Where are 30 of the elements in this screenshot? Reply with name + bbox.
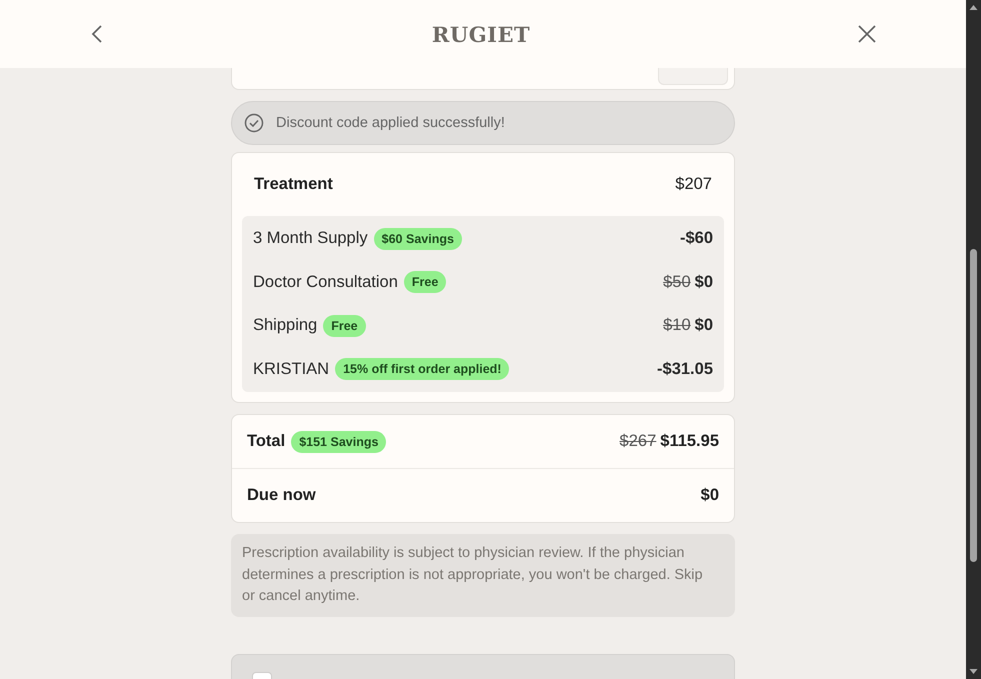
total-price: $115.95 — [660, 432, 719, 451]
due-now-label: Due now — [247, 486, 316, 505]
line-item-price: -$60 — [680, 229, 713, 248]
line-item-price: $0 — [694, 316, 713, 336]
savings-badge: 15% off first order applied! — [335, 358, 510, 380]
line-item-price: $0 — [694, 272, 713, 292]
line-item-label: Shipping — [253, 316, 318, 336]
line-item-label: KRISTIAN — [253, 360, 330, 379]
line-item-price: -$31.05 — [657, 360, 713, 379]
promo-code-field[interactable] — [231, 68, 735, 90]
savings-badge: $151 Savings — [291, 430, 386, 452]
savings-badge: $60 Savings — [374, 228, 462, 250]
check-circle-icon — [244, 113, 264, 133]
treatment-label: Treatment — [254, 175, 333, 194]
close-icon — [858, 25, 876, 43]
original-price: $267 — [620, 432, 656, 451]
scrollbar[interactable] — [966, 0, 981, 679]
original-price: $10 — [663, 316, 691, 336]
prescription-notice: Prescription availability is subject to physician review. If the physician determines a prescription is not appropriate, you won't be charged. Skip or cancel anytime. — [231, 534, 735, 616]
due-now-price: $0 — [700, 486, 719, 505]
line-item-label: 3 Month Supply — [253, 229, 368, 248]
total-label: Total — [247, 432, 286, 451]
treatment-price: $207 — [675, 175, 712, 194]
savings-badge: Free — [323, 314, 366, 337]
back-icon — [90, 24, 104, 44]
savings-badge: Free — [404, 271, 446, 294]
brand-logo: RUGIET — [432, 22, 530, 46]
line-item-label: Doctor Consultation — [253, 272, 398, 292]
original-price: $50 — [663, 272, 691, 292]
success-message: Discount code applied successfully! — [276, 115, 505, 131]
